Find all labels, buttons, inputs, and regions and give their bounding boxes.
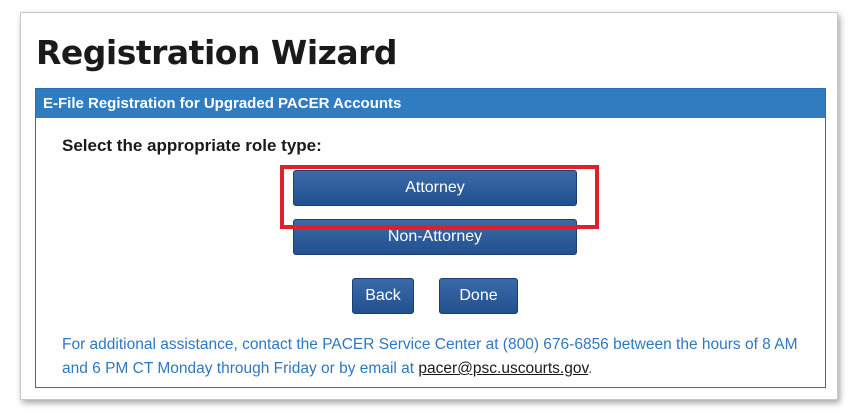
help-text-end: . — [588, 360, 593, 377]
back-button[interactable]: Back — [352, 278, 414, 314]
panel-header: E-File Registration for Upgraded PACER A… — [36, 89, 825, 118]
help-text: For additional assistance, contact the P… — [62, 333, 812, 381]
registration-panel: E-File Registration for Upgraded PACER A… — [35, 88, 826, 388]
support-email-link[interactable]: pacer@psc.uscourts.gov — [418, 360, 588, 377]
page-title: Registration Wizard — [36, 33, 398, 72]
role-type-prompt: Select the appropriate role type: — [62, 136, 322, 155]
done-button[interactable]: Done — [439, 278, 518, 314]
registration-window: Registration Wizard E-File Registration … — [20, 12, 838, 400]
non-attorney-button[interactable]: Non-Attorney — [293, 219, 577, 255]
attorney-button[interactable]: Attorney — [293, 170, 577, 206]
